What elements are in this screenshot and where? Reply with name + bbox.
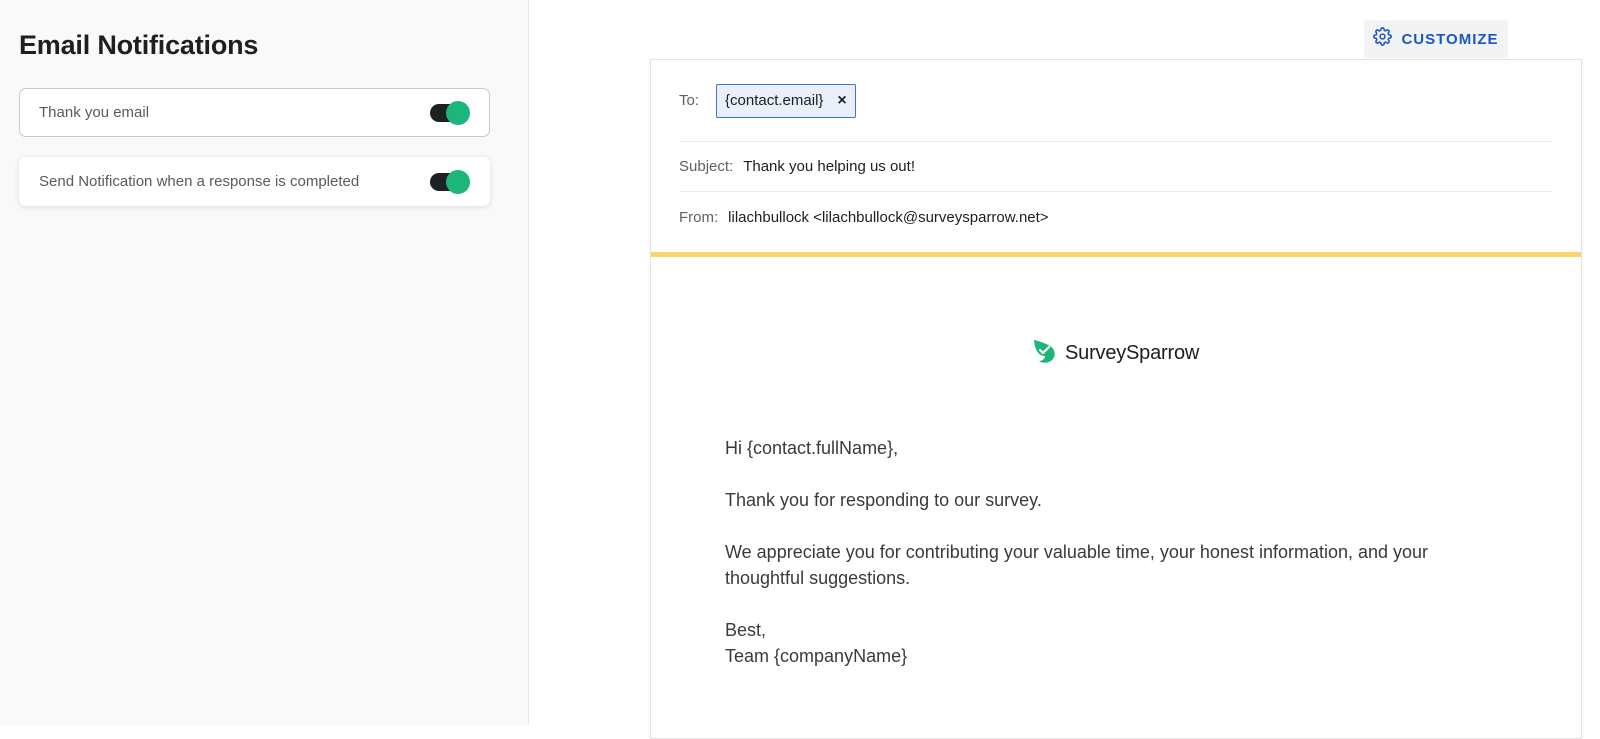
- notification-item-label: Send Notification when a response is com…: [39, 173, 360, 190]
- recipient-chip-text: {contact.email}: [725, 92, 824, 109]
- subject-value[interactable]: Thank you helping us out!: [743, 158, 915, 175]
- toggle-knob: [446, 169, 470, 194]
- toggle-knob: [446, 100, 470, 125]
- customize-button[interactable]: CUSTOMIZE: [1364, 20, 1508, 58]
- email-header: To: {contact.email} × Subject: Thank you…: [651, 60, 1581, 242]
- notification-item-label: Thank you email: [39, 104, 150, 121]
- sidebar-title: Email Notifications: [19, 30, 259, 60]
- customize-button-label: CUSTOMIZE: [1401, 30, 1499, 48]
- subject-label: Subject:: [679, 158, 734, 175]
- from-label: From:: [679, 208, 719, 226]
- email-message: Hi {contact.fullName}, Thank you for res…: [725, 435, 1465, 669]
- email-body: SurveySparrow Hi {contact.fullName}, Tha…: [651, 257, 1581, 677]
- thank-you-email-toggle[interactable]: [430, 100, 470, 125]
- from-value: lilachbullock <lilachbullock@surveysparr…: [728, 208, 1049, 226]
- close-icon[interactable]: ×: [837, 92, 846, 109]
- closing: Best,: [725, 620, 767, 640]
- signature: Team {companyName}: [725, 646, 908, 666]
- subject-row: Subject: Thank you helping us out!: [679, 142, 1553, 192]
- brand-logo: SurveySparrow: [1031, 337, 1199, 370]
- from-row: From: lilachbullock <lilachbullock@surve…: [679, 192, 1553, 242]
- gear-icon: [1373, 27, 1393, 51]
- notification-item-response-completed[interactable]: Send Notification when a response is com…: [19, 157, 490, 206]
- recipient-chip[interactable]: {contact.email} ×: [716, 83, 856, 118]
- email-preview: To: {contact.email} × Subject: Thank you…: [650, 59, 1582, 739]
- to-label: To:: [679, 92, 700, 109]
- response-completed-toggle[interactable]: [430, 169, 470, 194]
- greeting: Hi {contact.fullName},: [725, 438, 899, 458]
- message-line: Thank you for responding to our survey.: [725, 490, 1042, 510]
- message-line: We appreciate you for contributing your …: [725, 542, 1429, 588]
- to-row: To: {contact.email} ×: [679, 60, 1553, 142]
- notifications-sidebar: Email Notifications Thank you email Send…: [0, 0, 529, 725]
- sparrow-logo-icon: [1031, 337, 1057, 370]
- brand-name: SurveySparrow: [1065, 342, 1200, 364]
- notification-item-thank-you-email[interactable]: Thank you email: [19, 88, 490, 137]
